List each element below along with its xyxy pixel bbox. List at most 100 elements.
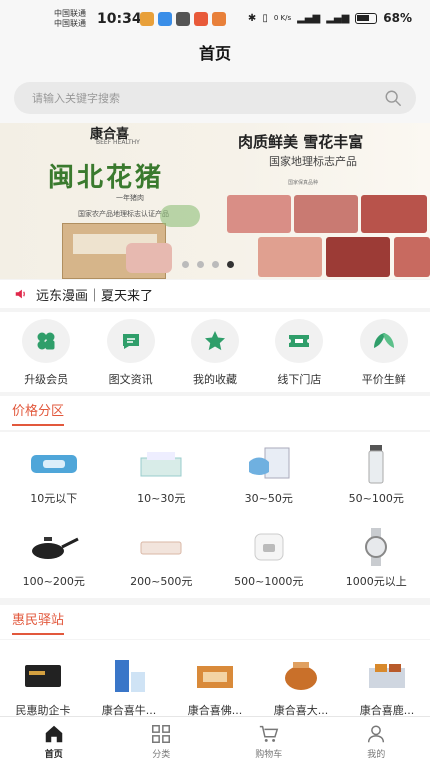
tab-category[interactable]: 分类 (108, 717, 216, 765)
price-range-label: 100~200元 (22, 575, 85, 588)
banner-product-small: 一年猪肉 (116, 194, 144, 202)
carrier-line-2: 中国联通 (54, 19, 86, 28)
speaker-icon (15, 289, 25, 299)
carousel-indicator[interactable] (182, 261, 234, 268)
gift-card-icon (19, 656, 67, 696)
app-notification-icon (158, 12, 172, 26)
carousel-dot-active[interactable] (227, 261, 234, 268)
status-bar: 中国联通 中国联通 10:34 ✱ ▯ 0 K/s ▂▄▆ ▂▄▆ 68% (0, 0, 430, 40)
product-item[interactable]: 康合喜佛... (172, 640, 258, 718)
price-range-item[interactable]: 50~100元 (323, 432, 430, 515)
wok-pan-icon (27, 525, 81, 569)
battery-percent: 68% (383, 11, 412, 25)
bluetooth-icon: ✱ (247, 12, 257, 24)
news-icon (122, 334, 139, 349)
menu-item-upgrade-member[interactable]: 升级会员 (6, 312, 86, 392)
price-range-item[interactable]: 200~500元 (108, 515, 216, 598)
banner-subheadline: 国家地理标志产品 (269, 155, 357, 168)
system-status-icons: ✱ ▯ 0 K/s ▂▄▆ ▂▄▆ 68% (248, 11, 412, 25)
price-range-label: 50~100元 (348, 492, 404, 505)
menu-item-favorites[interactable]: 我的收藏 (175, 312, 255, 392)
menu-item-offline-store[interactable]: 线下门店 (259, 312, 339, 392)
tab-mine[interactable]: 我的 (323, 717, 430, 765)
menu-item-news[interactable]: 图文资讯 (91, 312, 171, 392)
banner-note: 国家保真品种 (288, 180, 319, 186)
search-placeholder: 请输入关键字搜索 (32, 92, 120, 105)
tissue-box-icon (134, 442, 188, 486)
home-icon (45, 725, 62, 743)
tab-cart[interactable]: 购物车 (215, 717, 323, 765)
carousel-dot[interactable] (182, 261, 189, 268)
signal-icon: ▂▄▆ (297, 12, 321, 24)
price-range-item[interactable]: 100~200元 (0, 515, 108, 598)
price-section-title: 价格分区 (12, 396, 65, 426)
notice-bar[interactable]: 远东漫画｜夏天来了 (0, 280, 430, 308)
banner-meat-image (258, 237, 322, 277)
menu-icon-wrap (359, 319, 408, 363)
tab-label: 分类 (152, 750, 171, 760)
member-icon (37, 332, 55, 350)
menu-label: 平价生鲜 (361, 373, 406, 386)
carousel-dot[interactable] (197, 261, 204, 268)
price-grid: 10元以下 10~30元 30~50元 50~100元 100~200元 200… (0, 432, 430, 598)
carrier-line-1: 中国联通 (54, 9, 86, 18)
battery-icon (355, 12, 378, 24)
food-pack-icon (191, 656, 239, 696)
app-notification-icon (212, 12, 226, 26)
menu-label: 图文资讯 (108, 373, 153, 386)
app-notification-icon (176, 12, 190, 26)
price-range-label: 200~500元 (130, 575, 193, 588)
price-range-label: 10~30元 (137, 492, 186, 505)
product-item[interactable]: 康合喜牛... (86, 640, 172, 718)
gift-box-icon (363, 656, 411, 696)
benefit-section-header: 惠民驿站 (0, 605, 430, 639)
carousel-dot[interactable] (212, 261, 219, 268)
banner-meat-image (394, 237, 430, 277)
search-icon[interactable] (384, 89, 402, 107)
signal-icon: ▂▄▆ (326, 12, 350, 24)
banner-meat-image (326, 237, 390, 277)
search-input[interactable]: 请输入关键字搜索 (14, 82, 416, 114)
menu-icon-wrap (190, 319, 239, 363)
banner-meat-image (361, 195, 427, 233)
mask-box-icon (242, 442, 296, 486)
wipes-pack-icon (27, 442, 81, 486)
promo-banner[interactable]: 康合喜 BEEF HEALTHY 闽北花猪 一年猪肉 国家农产品地理标志认证产品… (0, 123, 430, 279)
menu-icon-wrap (275, 319, 324, 363)
price-section-header: 价格分区 (0, 396, 430, 430)
price-range-item[interactable]: 10~30元 (108, 432, 216, 515)
product-item[interactable]: 康合喜鹿... (344, 640, 430, 718)
menu-icon-wrap (22, 319, 71, 363)
search-area: 请输入关键字搜索 (0, 72, 430, 124)
watch-icon (349, 525, 403, 569)
leaf-icon (373, 333, 394, 348)
product-item[interactable]: 民惠助企卡 (0, 640, 86, 718)
water-bottle-icon (349, 442, 403, 486)
bottom-tab-bar: 首页 分类 购物车 我的 (0, 716, 430, 765)
milk-box-icon (105, 656, 153, 696)
price-range-item[interactable]: 10元以下 (0, 432, 108, 515)
benefit-product-row: 民惠助企卡 康合喜牛... 康合喜佛... 康合喜大... 康合喜鹿... (0, 640, 430, 718)
benefit-section-title: 惠民驿站 (12, 605, 65, 635)
menu-label: 升级会员 (24, 373, 69, 386)
page-title: 首页 (0, 40, 430, 72)
price-range-item[interactable]: 1000元以上 (323, 515, 430, 598)
price-range-item[interactable]: 500~1000元 (215, 515, 323, 598)
notification-icons (140, 12, 226, 26)
app-notification-icon (194, 12, 208, 26)
vibrate-icon: ▯ (262, 12, 268, 24)
banner-certification: 国家农产品地理标志认证产品 (78, 210, 169, 218)
banner-meat-image (227, 195, 291, 233)
price-range-item[interactable]: 30~50元 (215, 432, 323, 515)
menu-icon-wrap (106, 319, 155, 363)
menu-label: 我的收藏 (192, 373, 237, 386)
product-item[interactable]: 康合喜大... (258, 640, 344, 718)
price-range-label: 10元以下 (30, 492, 78, 505)
banner-meat-image (294, 195, 358, 233)
tab-label: 购物车 (255, 750, 283, 760)
category-icon (152, 725, 171, 743)
net-speed: 0 K/s (273, 14, 292, 22)
carrier-info: 中国联通 中国联通 (54, 9, 86, 29)
menu-item-fresh-food[interactable]: 平价生鲜 (344, 312, 424, 392)
tab-home[interactable]: 首页 (0, 717, 108, 765)
